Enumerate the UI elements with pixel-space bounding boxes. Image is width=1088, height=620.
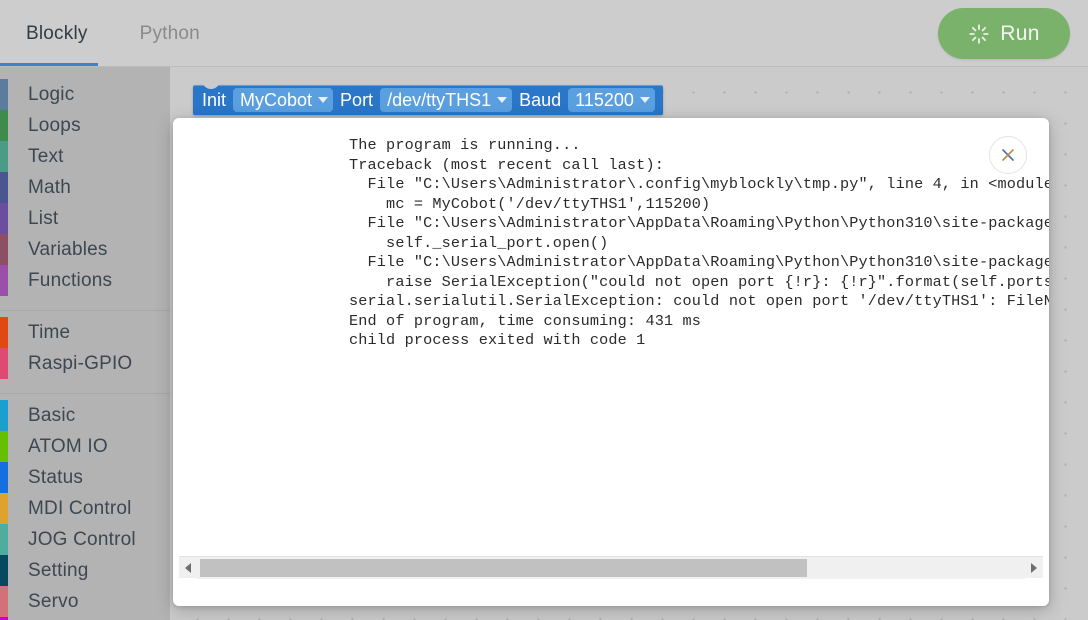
top-bar: Blockly Python Run (0, 0, 1088, 67)
console-text: The program is running... Traceback (most… (347, 136, 1049, 351)
sidebar-item-mdi-control[interactable]: MDI Control (0, 493, 170, 524)
tab-bar: Blockly Python (0, 0, 226, 67)
sidebar-item-servo[interactable]: Servo (0, 586, 170, 617)
sidebar-item-math[interactable]: Math (0, 172, 170, 203)
block-port-label: Port (340, 89, 374, 110)
color-swatch-icon (0, 348, 8, 379)
console-line: mc = MyCobot('/dev/ttyTHS1',115200) (349, 194, 711, 213)
sidebar-item-status[interactable]: Status (0, 462, 170, 493)
program-output-dialog: The program is running... Traceback (most… (173, 118, 1049, 606)
block-device-value: MyCobot (240, 89, 313, 110)
block-port-dropdown[interactable]: /dev/ttyTHS1 (380, 88, 513, 112)
color-swatch-icon (0, 203, 8, 234)
sidebar-item-label: Raspi-GPIO (28, 352, 133, 374)
sidebar-item-raspi-gpio[interactable]: Raspi-GPIO (0, 348, 170, 379)
sidebar-item-time[interactable]: Time (0, 317, 170, 348)
sidebar-item-label: Servo (28, 590, 79, 612)
color-swatch-icon (0, 400, 8, 431)
console-line: File "C:\Users\Administrator\.config\myb… (349, 175, 1049, 193)
console-line: End of program, time consuming: 431 ms (349, 311, 702, 330)
sidebar-item-label: Basic (28, 404, 76, 426)
toolbox-sidebar[interactable]: Logic Loops Text Math List Variables Fun… (0, 67, 170, 620)
block-baud-dropdown[interactable]: 115200 (568, 88, 655, 112)
sidebar-item-setting[interactable]: Setting (0, 555, 170, 586)
run-button-label: Run (1000, 21, 1040, 45)
sidebar-item-label: Time (28, 321, 71, 343)
color-swatch-icon (0, 462, 8, 493)
app-root: Blockly Python Run Logic Loops Text Math… (0, 0, 1088, 620)
console-line: The program is running... (349, 136, 581, 154)
block-baud-label: Baud (519, 89, 562, 110)
sidebar-item-label: JOG Control (28, 528, 136, 550)
sidebar-item-label: Variables (28, 238, 108, 260)
console-line: child process exited with code 1 (349, 331, 646, 349)
sidebar-item-variables[interactable]: Variables (0, 234, 170, 265)
console-line: File "C:\Users\Administrator\AppData\Roa… (367, 253, 1049, 271)
block-baud-value: 115200 (575, 89, 634, 110)
color-swatch-icon (0, 141, 8, 172)
sidebar-item-label: Setting (28, 559, 89, 581)
color-swatch-icon (0, 317, 8, 348)
sidebar-item-list[interactable]: List (0, 203, 170, 234)
run-button[interactable]: Run (938, 8, 1070, 59)
color-swatch-icon (0, 493, 8, 524)
console-line: self._serial_port.open() (349, 233, 609, 252)
sidebar-item-label: Logic (28, 83, 75, 105)
sidebar-item-functions[interactable]: Functions (0, 265, 170, 296)
sidebar-item-jog-control[interactable]: JOG Control (0, 524, 170, 555)
scrollbar-track[interactable] (197, 556, 1025, 579)
color-swatch-icon (0, 555, 8, 586)
tab-blockly-label: Blockly (26, 22, 88, 44)
tab-python[interactable]: Python (114, 0, 226, 67)
color-swatch-icon (0, 234, 8, 265)
sidebar-item-text[interactable]: Text (0, 141, 170, 172)
scrollbar-thumb[interactable] (200, 558, 807, 577)
program-output-console[interactable]: The program is running... Traceback (most… (173, 136, 1049, 556)
sidebar-item-label: List (28, 207, 59, 229)
toolbox-spacer (0, 379, 170, 393)
toolbox-group-robot: Basic ATOM IO Status MDI Control JOG Con… (0, 400, 170, 620)
scroll-right-button[interactable] (1025, 557, 1043, 579)
chevron-left-icon (185, 562, 191, 573)
toolbox-group-peripherals: Time Raspi-GPIO (0, 317, 170, 379)
block-device-dropdown[interactable]: MyCobot (233, 88, 334, 112)
tab-python-label: Python (139, 22, 200, 44)
console-line: Traceback (most recent call last): (349, 155, 664, 174)
sidebar-item-label: Text (28, 145, 64, 167)
sidebar-item-basic[interactable]: Basic (0, 400, 170, 431)
console-horizontal-scrollbar[interactable] (179, 556, 1043, 579)
spinner-icon (968, 23, 990, 45)
toolbox-spacer (0, 296, 170, 310)
console-line: File "C:\Users\Administrator\AppData\Roa… (367, 214, 1049, 232)
color-swatch-icon (0, 524, 8, 555)
sidebar-item-label: MDI Control (28, 497, 132, 519)
sidebar-item-atom-io[interactable]: ATOM IO (0, 431, 170, 462)
console-line: raise SerialException("could not open po… (386, 272, 1049, 291)
sidebar-item-label: Loops (28, 114, 81, 136)
sidebar-item-label: Functions (28, 269, 113, 291)
chevron-down-icon (639, 97, 650, 103)
tab-blockly[interactable]: Blockly (0, 0, 114, 67)
sidebar-item-label: Status (28, 466, 84, 488)
scroll-left-button[interactable] (179, 557, 197, 579)
block-port-value: /dev/ttyTHS1 (387, 89, 492, 110)
sidebar-item-loops[interactable]: Loops (0, 110, 170, 141)
block-init-label: Init (202, 89, 227, 110)
chevron-down-icon (318, 97, 329, 103)
sidebar-item-label: Math (28, 176, 72, 198)
console-viewport: The program is running... Traceback (most… (173, 136, 1049, 556)
color-swatch-icon (0, 586, 8, 617)
toolbox-group-core: Logic Loops Text Math List Variables Fun… (0, 79, 170, 296)
sidebar-item-logic[interactable]: Logic (0, 79, 170, 110)
block-init-mycobot[interactable]: Init MyCobot Port /dev/ttyTHS1 Baud 1152… (193, 80, 663, 115)
sidebar-item-label: ATOM IO (28, 435, 108, 457)
color-swatch-icon (0, 265, 8, 296)
color-swatch-icon (0, 110, 8, 141)
color-swatch-icon (0, 79, 8, 110)
color-swatch-icon (0, 172, 8, 203)
console-line: serial.serialutil.SerialException: could… (349, 292, 1049, 310)
chevron-down-icon (497, 97, 508, 103)
color-swatch-icon (0, 431, 8, 462)
chevron-right-icon (1031, 562, 1037, 573)
